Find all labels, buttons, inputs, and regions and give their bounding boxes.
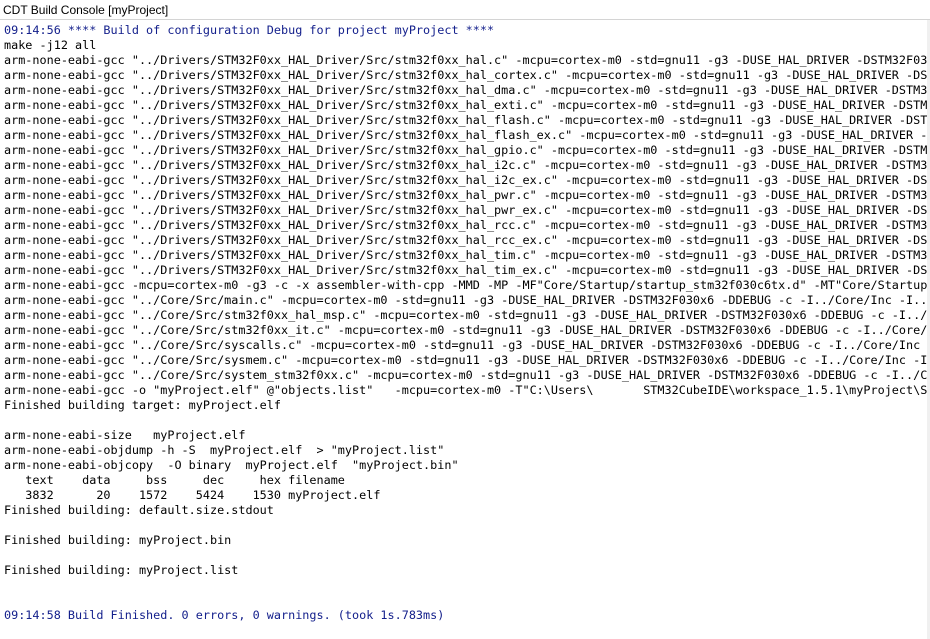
console-line: Finished building target: myProject.elf	[4, 398, 281, 412]
console-line: Finished building: myProject.list	[4, 563, 239, 577]
console-line: arm-none-eabi-size myProject.elf	[4, 428, 246, 442]
console-line: arm-none-eabi-gcc "../Core/Src/stm32f0xx…	[4, 323, 930, 337]
console-line: arm-none-eabi-gcc -mcpu=cortex-m0 -g3 -c…	[4, 278, 930, 292]
console-line: arm-none-eabi-gcc "../Drivers/STM32F0xx_…	[4, 248, 930, 262]
console-line: arm-none-eabi-gcc "../Drivers/STM32F0xx_…	[4, 173, 930, 187]
console-title: CDT Build Console [myProject]	[0, 0, 930, 20]
console-line: 3832 20 1572 5424 1530 myProject.elf	[4, 488, 381, 502]
console-line: 09:14:58 Build Finished. 0 errors, 0 war…	[4, 608, 445, 622]
console-line: Finished building: default.size.stdout	[4, 503, 274, 517]
console-line: arm-none-eabi-gcc "../Drivers/STM32F0xx_…	[4, 113, 930, 127]
console-line: arm-none-eabi-gcc -o "myProject.elf" @"o…	[4, 383, 930, 397]
console-line: arm-none-eabi-gcc "../Core/Src/main.c" -…	[4, 293, 930, 307]
console-line: arm-none-eabi-gcc "../Drivers/STM32F0xx_…	[4, 203, 930, 217]
console-line: arm-none-eabi-gcc "../Drivers/STM32F0xx_…	[4, 158, 930, 172]
console-line: arm-none-eabi-objcopy -O binary myProjec…	[4, 458, 459, 472]
console-line: arm-none-eabi-gcc "../Drivers/STM32F0xx_…	[4, 53, 930, 67]
build-console-output[interactable]: 09:14:56 **** Build of configuration Deb…	[0, 20, 930, 639]
console-line: arm-none-eabi-gcc "../Drivers/STM32F0xx_…	[4, 233, 930, 247]
console-lines: 09:14:56 **** Build of configuration Deb…	[4, 23, 930, 623]
console-line: arm-none-eabi-gcc "../Core/Src/system_st…	[4, 368, 930, 382]
console-line: arm-none-eabi-gcc "../Drivers/STM32F0xx_…	[4, 143, 930, 157]
console-line: arm-none-eabi-gcc "../Drivers/STM32F0xx_…	[4, 188, 930, 202]
console-line: text data bss dec hex filename	[4, 473, 345, 487]
console-line: arm-none-eabi-gcc "../Core/Src/sysmem.c"…	[4, 353, 930, 367]
console-line: Finished building: myProject.bin	[4, 533, 232, 547]
console-line: arm-none-eabi-gcc "../Core/Src/stm32f0xx…	[4, 308, 930, 322]
console-line: arm-none-eabi-gcc "../Drivers/STM32F0xx_…	[4, 98, 930, 112]
console-line: arm-none-eabi-gcc "../Drivers/STM32F0xx_…	[4, 263, 930, 277]
console-line: arm-none-eabi-gcc "../Drivers/STM32F0xx_…	[4, 128, 930, 142]
console-line: arm-none-eabi-objdump -h -S myProject.el…	[4, 443, 445, 457]
console-line: make -j12 all	[4, 38, 97, 52]
console-line: arm-none-eabi-gcc "../Core/Src/syscalls.…	[4, 338, 930, 352]
console-line: arm-none-eabi-gcc "../Drivers/STM32F0xx_…	[4, 218, 930, 232]
console-line: 09:14:56 **** Build of configuration Deb…	[4, 23, 495, 37]
console-line: arm-none-eabi-gcc "../Drivers/STM32F0xx_…	[4, 68, 930, 82]
console-line: arm-none-eabi-gcc "../Drivers/STM32F0xx_…	[4, 83, 930, 97]
